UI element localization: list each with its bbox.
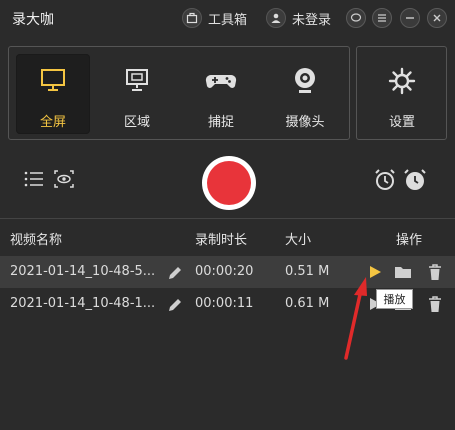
login-button[interactable]: 未登录	[266, 8, 331, 28]
close-icon	[433, 14, 441, 22]
preview-eye-icon[interactable]	[54, 170, 74, 192]
region-icon	[123, 66, 151, 98]
mode-label: 摄像头	[285, 115, 325, 130]
settings-label: 设置	[388, 115, 415, 130]
mode-label: 区域	[123, 115, 150, 130]
mode-toolbar: 全屏 区域 捕捉 摄像头	[8, 46, 350, 140]
mode-capture[interactable]: 捕捉	[184, 54, 258, 134]
gear-icon	[387, 66, 417, 100]
edit-icon[interactable]	[166, 264, 184, 286]
settings-tile[interactable]: 设置	[365, 54, 439, 134]
menu-button[interactable]	[372, 8, 392, 28]
table-row[interactable]: 2021-01-14_10-48-5... 00:00:20 0.51 M	[0, 256, 455, 288]
chat-icon	[350, 13, 362, 22]
record-icon	[207, 161, 251, 205]
header-duration: 录制时长	[195, 233, 248, 248]
record-button[interactable]	[202, 156, 256, 210]
play-tooltip: 播放	[376, 289, 413, 309]
menu-icon	[378, 14, 386, 22]
mode-webcam[interactable]: 摄像头	[268, 54, 342, 134]
feedback-button[interactable]	[346, 8, 366, 28]
table-header: 视频名称 录制时长 大小 操作	[0, 228, 455, 248]
toolbox-label: 工具箱	[208, 12, 248, 28]
mode-label: 捕捉	[207, 115, 234, 130]
settings-button[interactable]: 设置	[356, 46, 447, 140]
divider	[0, 218, 455, 219]
mode-label: 全屏	[39, 115, 66, 130]
timer-clock-icon[interactable]	[402, 168, 428, 196]
row-size: 0.61 M	[285, 296, 330, 311]
mode-fullscreen[interactable]: 全屏	[16, 54, 90, 134]
list-icon[interactable]	[24, 170, 44, 192]
title-bar: 录大咖 工具箱 未登录	[0, 0, 455, 36]
header-size: 大小	[285, 233, 312, 248]
edit-icon[interactable]	[166, 296, 184, 318]
webcam-icon	[291, 66, 319, 100]
monitor-icon	[39, 66, 67, 98]
minimize-icon	[406, 17, 414, 19]
app-title: 录大咖	[12, 12, 54, 28]
toolbox-icon	[182, 8, 202, 28]
login-label: 未登录	[292, 12, 332, 28]
folder-icon[interactable]	[394, 264, 412, 284]
gamepad-icon	[205, 66, 237, 98]
row-size: 0.51 M	[285, 264, 330, 279]
header-actions: 操作	[396, 233, 423, 248]
row-name: 2021-01-14_10-48-5...	[10, 264, 156, 279]
mode-region[interactable]: 区域	[100, 54, 174, 134]
control-row	[0, 150, 455, 214]
toolbox-button[interactable]: 工具箱	[182, 8, 247, 28]
header-name: 视频名称	[10, 233, 63, 248]
minimize-button[interactable]	[400, 8, 420, 28]
trash-icon[interactable]	[427, 264, 443, 285]
user-icon	[266, 8, 286, 28]
row-duration: 00:00:20	[195, 264, 254, 279]
row-duration: 00:00:11	[195, 296, 254, 311]
alarm-clock-icon[interactable]	[373, 168, 397, 196]
row-name: 2021-01-14_10-48-1...	[10, 296, 156, 311]
play-icon[interactable]	[367, 264, 383, 284]
trash-icon[interactable]	[427, 296, 443, 317]
close-button[interactable]	[427, 8, 447, 28]
